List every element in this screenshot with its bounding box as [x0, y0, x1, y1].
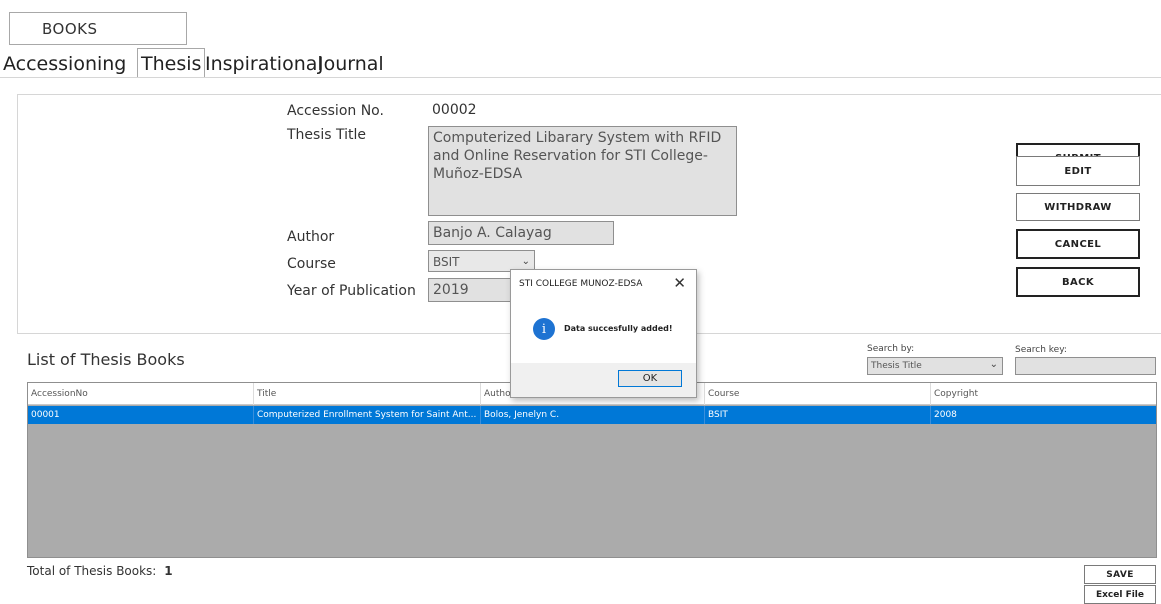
- chevron-down-icon: ⌄: [989, 359, 998, 370]
- info-icon: i: [533, 318, 555, 340]
- column-header-course[interactable]: Course: [705, 383, 931, 405]
- tab-strip-divider: [0, 77, 1161, 78]
- edit-button-label: EDIT: [1064, 165, 1092, 177]
- tab-inspirational[interactable]: Inspirational: [202, 50, 326, 78]
- list-title: List of Thesis Books: [27, 350, 185, 369]
- column-header-title[interactable]: Title: [254, 383, 481, 405]
- year-field[interactable]: 2019: [428, 278, 514, 302]
- books-header-label: BOOKS: [42, 19, 98, 38]
- cancel-button[interactable]: CANCEL: [1016, 229, 1140, 259]
- ok-button[interactable]: OK: [618, 370, 682, 387]
- total-books-line: Total of Thesis Books: 1: [27, 564, 173, 578]
- author-field[interactable]: Banjo A. Calayag: [428, 221, 614, 245]
- course-select-value: BSIT: [433, 255, 460, 269]
- cell-course: BSIT: [705, 406, 931, 424]
- thesis-title-field[interactable]: Computerized Libarary System with RFID a…: [428, 126, 737, 216]
- dialog-footer: OK: [511, 363, 696, 397]
- search-key-input[interactable]: [1015, 357, 1156, 375]
- thesis-title-label: Thesis Title: [287, 127, 366, 143]
- success-dialog: STI COLLEGE MUNOZ-EDSA ✕ i Data succesfu…: [510, 269, 697, 398]
- column-header-accessionno[interactable]: AccessionNo: [28, 383, 254, 405]
- column-header-copyright[interactable]: Copyright: [931, 383, 1158, 405]
- cell-title: Computerized Enrollment System for Saint…: [254, 406, 481, 424]
- tab-journal[interactable]: Journal: [315, 50, 387, 78]
- edit-button[interactable]: EDIT: [1016, 156, 1140, 186]
- search-by-value: Thesis Title: [871, 361, 922, 371]
- tab-bar: Accessioning Thesis Inspirational Journa…: [0, 48, 400, 78]
- total-books-label: Total of Thesis Books:: [27, 564, 157, 578]
- withdraw-button[interactable]: WITHDRAW: [1016, 193, 1140, 221]
- excel-file-button[interactable]: Excel File: [1084, 585, 1156, 604]
- table-row[interactable]: 00001 Computerized Enrollment System for…: [28, 406, 1156, 424]
- author-label: Author: [287, 229, 335, 245]
- total-books-value: 1: [164, 564, 173, 578]
- save-button[interactable]: SAVE: [1084, 565, 1156, 584]
- tab-accessioning[interactable]: Accessioning: [0, 50, 129, 78]
- thesis-books-grid[interactable]: AccessionNo Title Autho Course Copyright…: [27, 382, 1157, 558]
- cell-copyright: 2008: [934, 410, 957, 420]
- dialog-title: STI COLLEGE MUNOZ-EDSA: [519, 279, 643, 289]
- year-label: Year of Publication: [287, 283, 416, 299]
- accession-label: Accession No.: [287, 103, 384, 119]
- cell-author: Bolos, Jenelyn C.: [481, 406, 705, 424]
- tab-thesis[interactable]: Thesis: [137, 48, 206, 78]
- search-by-select[interactable]: Thesis Title ⌄: [867, 357, 1003, 375]
- dialog-message: Data succesfully added!: [564, 324, 673, 333]
- course-label: Course: [287, 256, 336, 272]
- close-icon[interactable]: ✕: [673, 274, 686, 292]
- books-header-box: BOOKS: [9, 12, 187, 45]
- back-button[interactable]: BACK: [1016, 267, 1140, 297]
- cell-accessionno: 00001: [28, 406, 254, 424]
- accession-value: 00002: [432, 102, 477, 118]
- search-key-label: Search key:: [1015, 345, 1067, 355]
- search-by-label: Search by:: [867, 344, 915, 354]
